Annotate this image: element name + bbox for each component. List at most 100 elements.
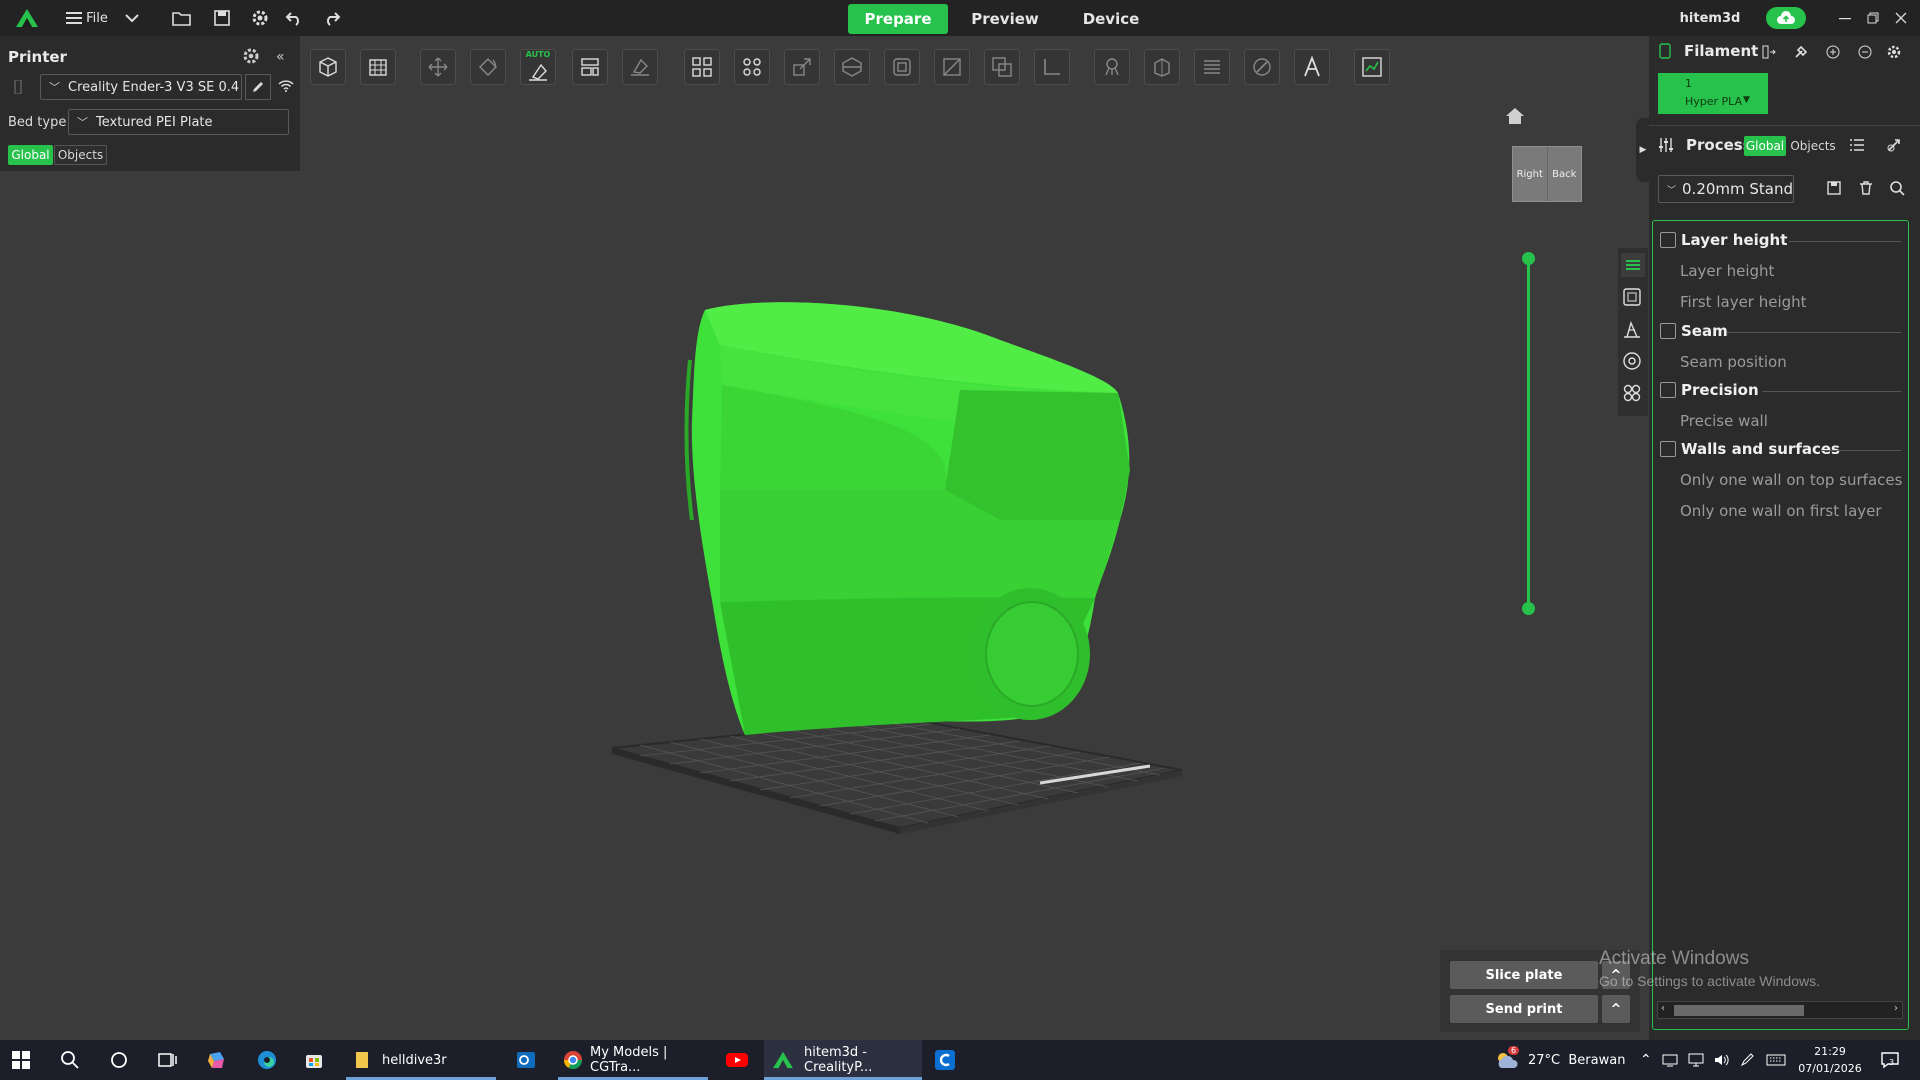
network-icon[interactable] xyxy=(1662,1053,1678,1067)
split-objects-button[interactable] xyxy=(684,49,720,85)
collapse-panel-icon[interactable]: « xyxy=(276,49,285,65)
printer-scope-global[interactable]: Global xyxy=(8,145,53,165)
start-button[interactable] xyxy=(12,1040,36,1080)
scrollbar-thumb[interactable] xyxy=(1674,1005,1804,1016)
tab-preview[interactable]: Preview xyxy=(960,4,1050,34)
add-filament-icon[interactable] xyxy=(1825,44,1841,60)
filament-sync-icon[interactable] xyxy=(1761,44,1777,60)
c-app-button[interactable] xyxy=(934,1040,960,1080)
notification-center-button[interactable]: 3 xyxy=(1880,1040,1908,1080)
tab-prepare[interactable]: Prepare xyxy=(848,4,948,34)
lay-on-face-button[interactable] xyxy=(622,49,658,85)
others-tab-icon[interactable] xyxy=(1621,382,1643,404)
pen-icon[interactable] xyxy=(1740,1053,1756,1067)
keyboard-icon[interactable] xyxy=(1766,1053,1786,1067)
bed-type-select[interactable]: ﹀ Textured PEI Plate xyxy=(68,109,289,135)
settings-gear-icon[interactable] xyxy=(248,0,272,36)
arrange-button[interactable] xyxy=(572,49,608,85)
variable-layer-button[interactable] xyxy=(1354,49,1390,85)
clock[interactable]: 21:29 07/01/2026 xyxy=(1786,1043,1874,1077)
sidebar-collapse-tab[interactable]: ▶ xyxy=(1636,118,1650,182)
cut-button[interactable] xyxy=(834,49,870,85)
outlook-button[interactable] xyxy=(515,1040,541,1080)
process-preset-select[interactable]: ﹀ 0.20mm Stand... xyxy=(1658,175,1794,203)
split-parts-button[interactable] xyxy=(734,49,770,85)
support-tab-icon[interactable] xyxy=(1621,350,1643,372)
section-layer-height[interactable]: Layer height xyxy=(1681,231,1787,249)
support-paint-button[interactable] xyxy=(1094,49,1130,85)
quality-tab-icon[interactable] xyxy=(1621,253,1645,277)
layer-slider-top-handle[interactable] xyxy=(1522,252,1535,265)
advanced-toggle-icon[interactable] xyxy=(1886,137,1902,153)
printer-settings-icon[interactable] xyxy=(242,47,260,65)
filament-settings-icon[interactable] xyxy=(1886,44,1902,60)
view-cube[interactable]: Right Back xyxy=(1512,146,1582,202)
display-icon[interactable] xyxy=(1688,1053,1704,1067)
paint-button[interactable] xyxy=(934,49,970,85)
close-icon[interactable] xyxy=(1890,0,1912,36)
volume-icon[interactable] xyxy=(1714,1053,1730,1067)
speed-tab-icon[interactable] xyxy=(1621,318,1643,340)
setting-first-layer-height[interactable]: First layer height xyxy=(1680,293,1807,311)
cortana-button[interactable] xyxy=(110,1040,134,1080)
setting-precise-wall[interactable]: Precise wall xyxy=(1680,412,1768,430)
wifi-icon[interactable] xyxy=(278,80,294,92)
taskbar-app-creality[interactable]: hitem3d - CrealityP... xyxy=(764,1040,922,1080)
save-preset-icon[interactable] xyxy=(1826,180,1842,196)
3d-viewport[interactable] xyxy=(300,96,1650,1040)
send-options-button[interactable]: ^ xyxy=(1602,995,1630,1023)
setting-one-wall-first-layer[interactable]: Only one wall on first layer xyxy=(1680,502,1882,520)
redo-icon[interactable] xyxy=(320,0,344,36)
auto-orient-button[interactable]: AUTO xyxy=(520,49,556,85)
process-scope-global[interactable]: Global xyxy=(1744,136,1786,156)
save-icon[interactable] xyxy=(210,0,234,36)
home-view-icon[interactable] xyxy=(1504,106,1526,126)
boolean-button[interactable] xyxy=(984,49,1020,85)
rotate-button[interactable] xyxy=(470,49,506,85)
tray-overflow-button[interactable]: ⌃ xyxy=(1640,1040,1656,1080)
edit-printer-icon[interactable] xyxy=(245,74,271,100)
send-print-button[interactable]: Send print xyxy=(1450,995,1598,1023)
hollow-button[interactable] xyxy=(884,49,920,85)
chevron-down-icon[interactable] xyxy=(122,0,142,36)
setting-one-wall-top[interactable]: Only one wall on top surfaces xyxy=(1680,471,1902,489)
app-logo-icon[interactable] xyxy=(12,0,42,36)
view-cube-right[interactable]: Right xyxy=(1513,147,1548,201)
move-button[interactable] xyxy=(420,49,456,85)
measure-button[interactable] xyxy=(1034,49,1070,85)
scroll-right-icon[interactable]: › xyxy=(1894,1003,1898,1014)
minimize-icon[interactable] xyxy=(1834,0,1856,36)
scale-button[interactable] xyxy=(784,49,820,85)
scroll-left-icon[interactable]: ‹ xyxy=(1661,1003,1665,1014)
youtube-button[interactable] xyxy=(725,1040,751,1080)
task-view-button[interactable] xyxy=(158,1040,182,1080)
tab-device[interactable]: Device xyxy=(1066,4,1156,34)
strength-tab-icon[interactable] xyxy=(1621,286,1643,308)
remove-filament-icon[interactable] xyxy=(1857,44,1873,60)
taskbar-app-explorer[interactable]: helldive3r xyxy=(346,1040,496,1080)
layer-slider-bottom-handle[interactable] xyxy=(1522,602,1535,615)
store-button[interactable] xyxy=(304,1040,328,1080)
text-button[interactable] xyxy=(1294,49,1330,85)
section-precision[interactable]: Precision xyxy=(1681,381,1759,399)
taskbar-search-button[interactable] xyxy=(60,1040,84,1080)
section-walls-and-surfaces[interactable]: Walls and surfaces xyxy=(1681,440,1840,458)
add-cube-button[interactable] xyxy=(310,49,346,85)
search-icon[interactable] xyxy=(1889,180,1905,196)
taskbar-app-chrome[interactable]: My Models | CGTra... xyxy=(558,1040,708,1080)
printer-scope-objects[interactable]: Objects xyxy=(54,145,107,165)
setting-seam-position[interactable]: Seam position xyxy=(1680,353,1787,371)
open-folder-icon[interactable] xyxy=(170,0,194,36)
copilot-button[interactable] xyxy=(206,1040,232,1080)
layer-button[interactable] xyxy=(1194,49,1230,85)
layer-slider[interactable] xyxy=(1527,258,1530,610)
printer-select[interactable]: ﹀ Creality Ender-3 V3 SE 0.4 n xyxy=(40,74,242,100)
setting-layer-height[interactable]: Layer height xyxy=(1680,262,1774,280)
section-seam[interactable]: Seam xyxy=(1681,322,1728,340)
slice-plate-button[interactable]: Slice plate xyxy=(1450,961,1598,989)
process-scope-objects[interactable]: Objects xyxy=(1790,136,1836,156)
edge-button[interactable] xyxy=(256,1040,280,1080)
file-menu[interactable]: File xyxy=(64,0,110,36)
seam-paint-button[interactable] xyxy=(1144,49,1180,85)
weather-widget[interactable]: 6 27°C Berawan xyxy=(1494,1040,1625,1080)
